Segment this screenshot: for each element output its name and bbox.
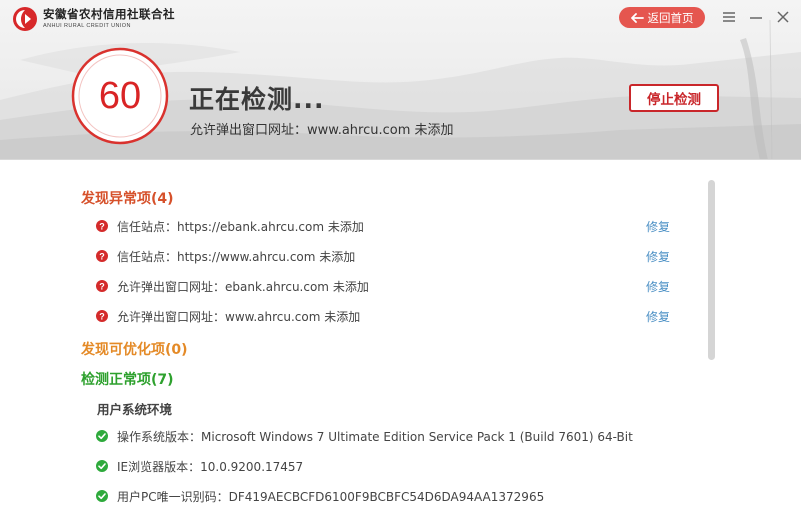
section-optimize-title: 发现可优化项(0) <box>81 342 188 358</box>
close-button[interactable] <box>775 9 791 25</box>
close-icon <box>777 11 789 23</box>
back-home-button[interactable]: 返回首页 <box>619 7 705 28</box>
header: 安徽省农村信用社联合社 ANHUI RURAL CREDIT UNION 返回首… <box>0 0 801 160</box>
back-home-label: 返回首页 <box>647 10 694 25</box>
question-circle-icon: ? <box>96 250 108 262</box>
list-item: ? 信任站点：https://ebank.ahrcu.com 未添加 <box>96 218 364 234</box>
menu-button[interactable] <box>721 9 737 25</box>
section-abnormal-title: 发现异常项(4) <box>81 191 174 207</box>
normal-item-text: IE浏览器版本：10.0.9200.17457 <box>117 459 304 474</box>
svg-text:?: ? <box>99 222 105 232</box>
svg-text:?: ? <box>99 312 105 322</box>
credit-union-logo-icon <box>13 7 37 31</box>
list-item: 操作系统版本：Microsoft Windows 7 Ultimate Edit… <box>96 428 633 444</box>
scrollbar-thumb[interactable] <box>708 180 715 360</box>
list-item: ? 信任站点：https://www.ahrcu.com 未添加 <box>96 248 355 264</box>
list-item: IE浏览器版本：10.0.9200.17457 <box>96 458 303 474</box>
normal-item-text: 用户PC唯一识别码：DF419AECBCFD6100F9BCBFC54D6DA9… <box>117 489 545 504</box>
brand-logo: 安徽省农村信用社联合社 ANHUI RURAL CREDIT UNION <box>12 6 175 32</box>
question-circle-icon: ? <box>96 280 108 292</box>
list-item: ? 允许弹出窗口网址：www.ahrcu.com 未添加 <box>96 308 360 324</box>
minimize-icon <box>750 17 762 19</box>
check-circle-icon <box>96 490 108 502</box>
svg-text:?: ? <box>99 282 105 292</box>
list-item: 用户PC唯一识别码：DF419AECBCFD6100F9BCBFC54D6DA9… <box>96 488 544 504</box>
abnormal-item-text: 信任站点：https://ebank.ahrcu.com 未添加 <box>117 219 364 234</box>
check-circle-icon <box>96 430 108 442</box>
status-subtitle: 允许弹出窗口网址：www.ahrcu.com 未添加 <box>190 123 454 138</box>
fix-button[interactable]: 修复 <box>646 248 670 265</box>
question-circle-icon: ? <box>96 220 108 232</box>
list-item: ? 允许弹出窗口网址：ebank.ahrcu.com 未添加 <box>96 278 369 294</box>
normal-item-text: 操作系统版本：Microsoft Windows 7 Ultimate Edit… <box>117 429 633 444</box>
abnormal-item-text: 允许弹出窗口网址：ebank.ahrcu.com 未添加 <box>117 279 369 294</box>
score-value: 60 <box>98 74 142 117</box>
stop-check-button[interactable]: 停止检测 <box>629 84 719 112</box>
abnormal-item-text: 允许弹出窗口网址：www.ahrcu.com 未添加 <box>117 309 361 324</box>
fix-button[interactable]: 修复 <box>646 308 670 325</box>
group-heading-system-env: 用户系统环境 <box>97 402 173 417</box>
menu-icon <box>723 12 735 22</box>
results-panel: 发现异常项(4) ? 信任站点：https://ebank.ahrcu.com … <box>0 160 801 526</box>
status-title: 正在检测... <box>189 85 325 114</box>
fix-button[interactable]: 修复 <box>646 218 670 235</box>
svg-text:?: ? <box>99 252 105 262</box>
brand-name-en: ANHUI RURAL CREDIT UNION <box>43 22 131 29</box>
fix-button[interactable]: 修复 <box>646 278 670 295</box>
arrow-left-icon <box>630 12 644 23</box>
brand-name-cn: 安徽省农村信用社联合社 <box>43 7 175 21</box>
question-circle-icon: ? <box>96 310 108 322</box>
minimize-button[interactable] <box>748 9 764 25</box>
check-circle-icon <box>96 460 108 472</box>
section-normal-title: 检测正常项(7) <box>81 372 174 388</box>
abnormal-item-text: 信任站点：https://www.ahrcu.com 未添加 <box>117 249 356 264</box>
